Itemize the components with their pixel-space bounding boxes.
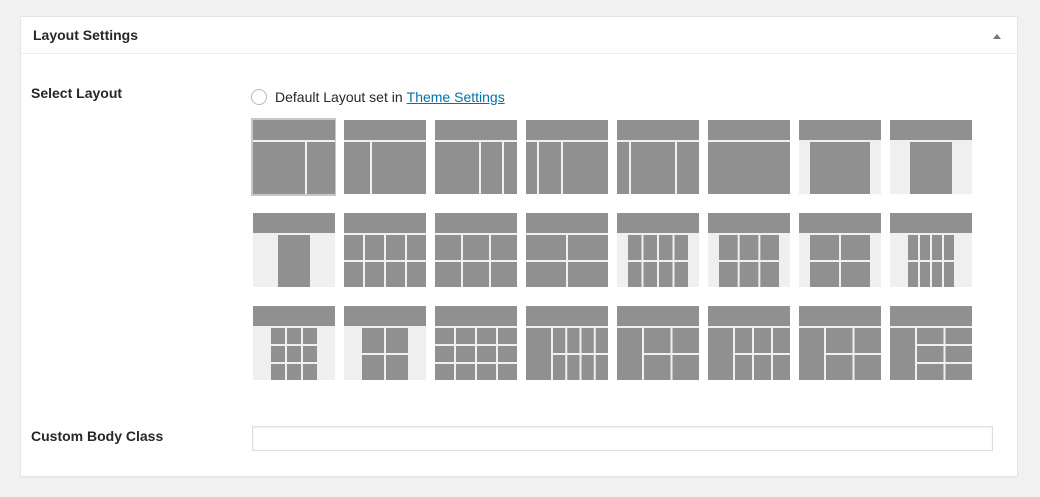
layout-option-sidebar-content[interactable] (342, 118, 427, 196)
layout-option-centered-four-columns[interactable] (615, 211, 700, 289)
layout-thumbnail-icon (799, 213, 881, 287)
layout-option-sidebar-content-sidebar[interactable] (615, 118, 700, 196)
layout-option-extra-narrow-three-columns[interactable] (251, 304, 336, 382)
layout-option-content-sidebar[interactable] (251, 118, 336, 196)
theme-settings-link[interactable]: Theme Settings (407, 89, 505, 105)
layout-thumbnail-icon (890, 213, 972, 287)
layout-thumbnail-icon (253, 306, 335, 380)
collapse-toggle-button[interactable] (989, 26, 1005, 42)
layout-thumbnail-icon (344, 120, 426, 194)
custom-body-class-label: Custom Body Class (31, 428, 164, 444)
layout-thumbnail-icon (435, 213, 517, 287)
layout-option-centered-two-columns[interactable] (797, 211, 882, 289)
layout-option-sidebar-four-columns[interactable] (615, 304, 700, 382)
layout-option-full-width-content[interactable] (706, 118, 791, 196)
layout-thumbnail-icon (617, 213, 699, 287)
layout-option-four-columns-two-rows[interactable] (342, 211, 427, 289)
layout-option-two-columns-two-rows[interactable] (524, 211, 609, 289)
custom-body-class-input[interactable] (252, 426, 993, 451)
layout-option-extra-narrow-two-columns[interactable] (342, 304, 427, 382)
layout-thumbnail-icon (799, 120, 881, 194)
layout-option-narrow-centered-four-columns[interactable] (888, 211, 973, 289)
layout-thumbnail-icon (526, 120, 608, 194)
layout-option-three-columns-two-rows[interactable] (433, 211, 518, 289)
layout-settings-panel: Layout Settings Select Layout Default La… (20, 16, 1018, 477)
layout-thumbnail-icon (526, 306, 608, 380)
layout-thumbnail-icon (890, 120, 972, 194)
layout-option-content-sidebar-sidebar[interactable] (433, 118, 518, 196)
panel-title: Layout Settings (33, 27, 139, 43)
select-layout-label: Select Layout (31, 85, 123, 101)
layout-option-sidebar-sidebar-content[interactable] (524, 118, 609, 196)
layout-thumbnail-icon (344, 213, 426, 287)
layout-thumbnail-icon (435, 306, 517, 380)
layout-thumbnail-icon (708, 306, 790, 380)
layout-option-sidebar-five-columns[interactable] (524, 304, 609, 382)
default-layout-option[interactable]: Default Layout set in Theme Settings (251, 89, 505, 105)
layout-thumbnail-icon (799, 306, 881, 380)
layout-thumbnail-icon (890, 306, 972, 380)
layout-option-five-columns-three-rows[interactable] (433, 304, 518, 382)
layout-thumbnail-icon (344, 306, 426, 380)
layout-option-narrow-centered-content[interactable] (888, 118, 973, 196)
layout-thumbnail-icon (253, 213, 335, 287)
layout-thumbnail-icon (435, 120, 517, 194)
layout-option-centered-content[interactable] (797, 118, 882, 196)
layout-option-sidebar-two-columns[interactable] (797, 304, 882, 382)
layout-thumbnail-icon (708, 120, 790, 194)
panel-header: Layout Settings (21, 17, 1017, 54)
layout-thumbnail-icon (526, 213, 608, 287)
layout-thumbnail-icon (617, 306, 699, 380)
default-layout-radio[interactable] (251, 89, 267, 105)
layout-option-sidebar-two-columns-wide[interactable] (888, 304, 973, 382)
layout-thumbnail-icon (708, 213, 790, 287)
layout-thumbnail-icon (253, 120, 335, 194)
default-layout-text: Default Layout set in (275, 89, 403, 105)
layout-option-centered-three-columns[interactable] (706, 211, 791, 289)
triangle-up-icon (993, 34, 1001, 39)
layout-option-extra-narrow-centered-content[interactable] (251, 211, 336, 289)
layout-thumbnail-icon (617, 120, 699, 194)
layout-option-sidebar-three-columns[interactable] (706, 304, 791, 382)
